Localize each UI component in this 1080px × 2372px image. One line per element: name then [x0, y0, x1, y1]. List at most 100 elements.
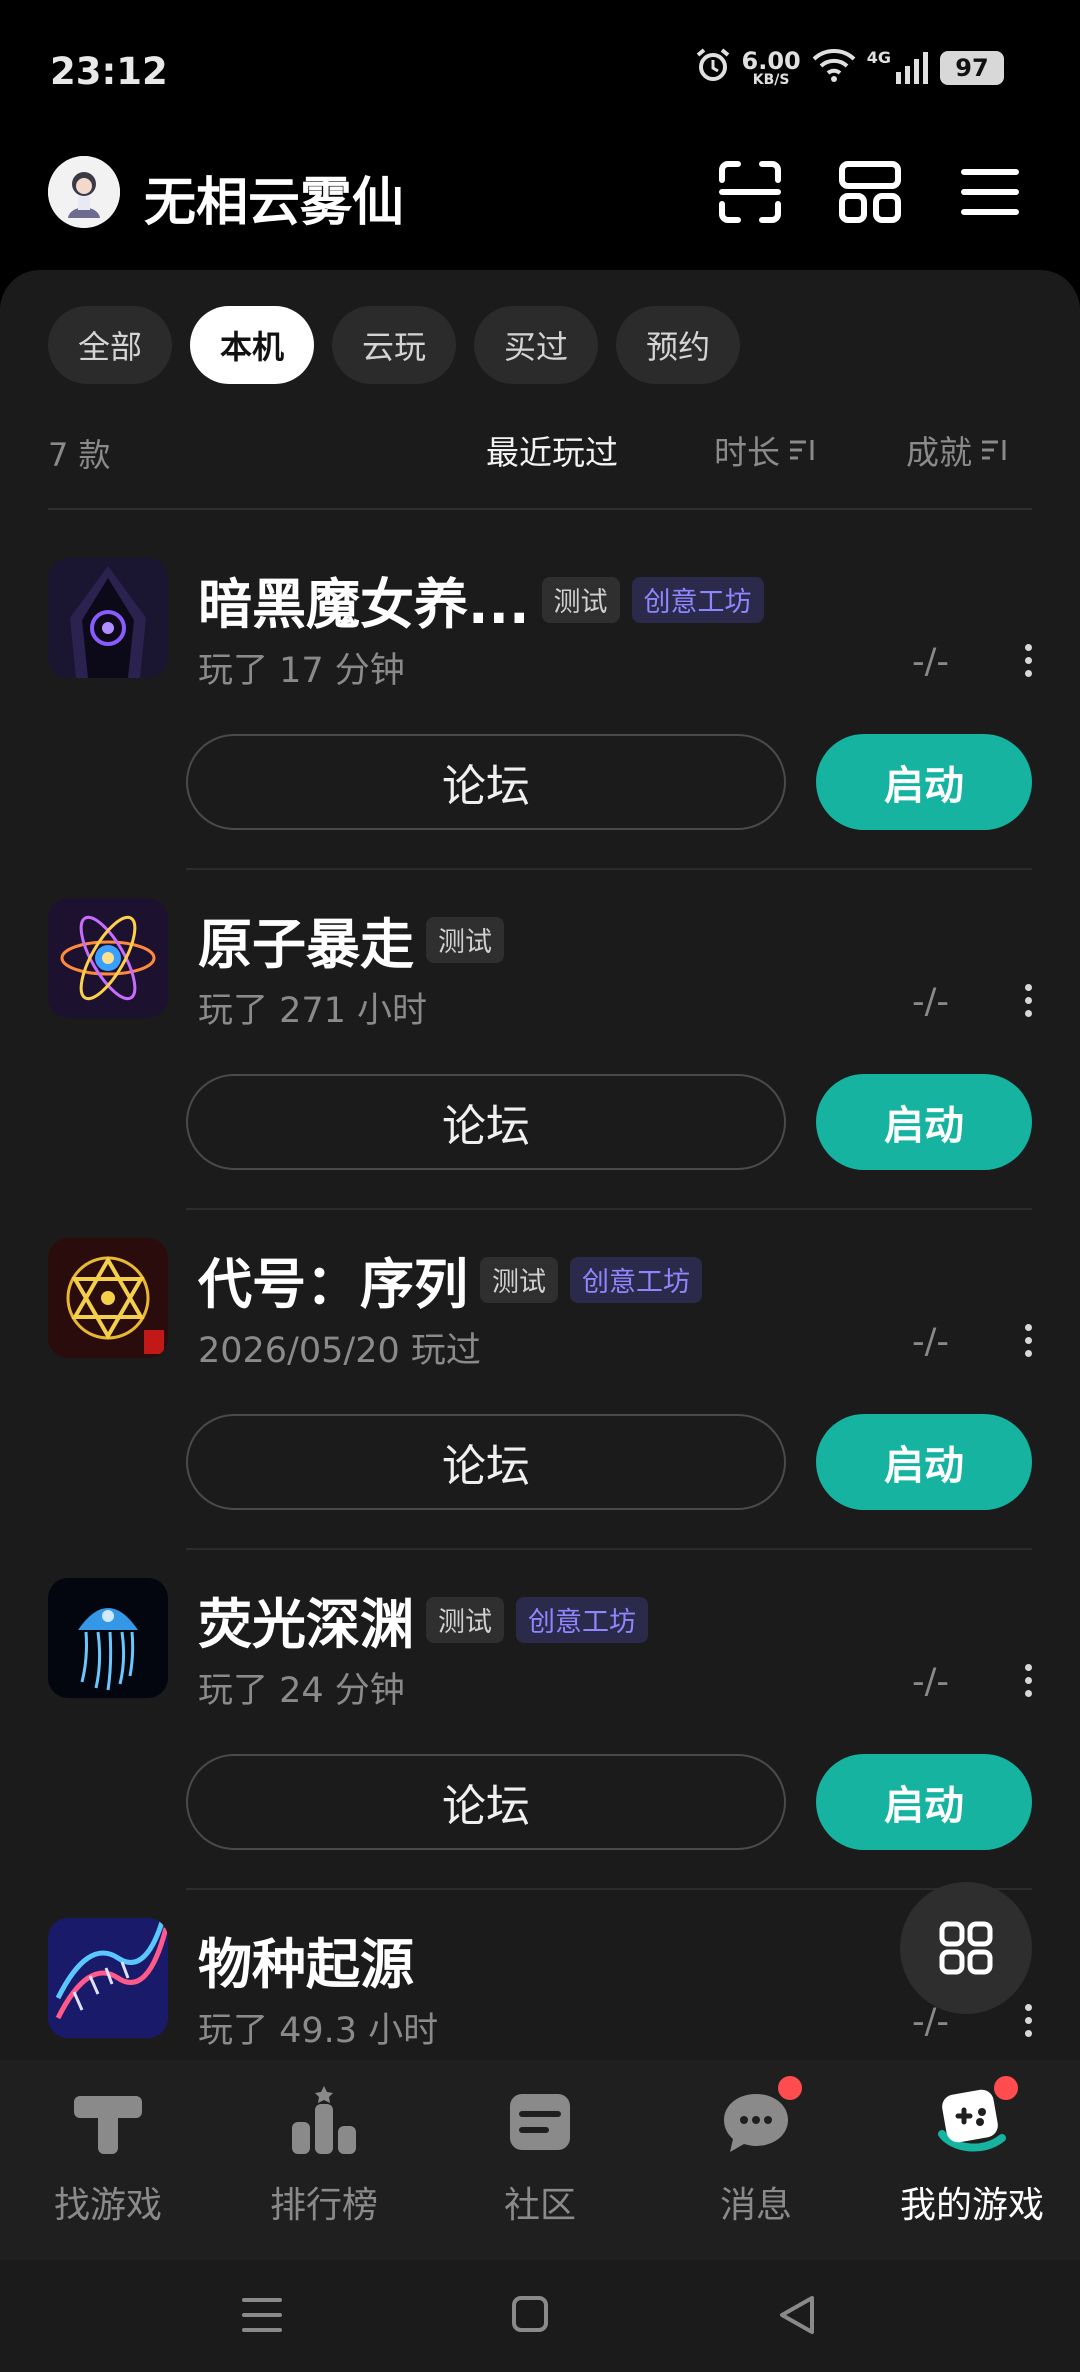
wifi-icon	[811, 47, 857, 89]
apps-grid-icon[interactable]	[836, 158, 904, 226]
more-options-icon[interactable]	[1018, 638, 1038, 688]
sort-duration[interactable]: 时长	[714, 426, 816, 474]
game-title-row: 荧光深渊 测试 创意工坊	[198, 1580, 648, 1659]
achievement-score: -/-	[912, 1662, 950, 1702]
game-title-row: 物种起源	[198, 1920, 414, 1999]
list-top-divider	[48, 508, 1032, 510]
grid-view-fab[interactable]	[900, 1882, 1032, 2014]
play-time: 玩了 24 分钟	[198, 1671, 405, 1711]
bottom-nav: 找游戏 排行榜 社区 消息 我的游戏	[0, 2060, 1080, 2260]
nav-find-games[interactable]: 找游戏	[0, 2082, 216, 2242]
game-title: 物种起源	[198, 1933, 414, 1996]
system-nav-bar	[0, 2260, 1080, 2372]
filter-cloud[interactable]: 云玩	[332, 306, 457, 384]
nav-label: 我的游戏	[899, 2185, 1044, 2226]
find-games-icon	[68, 2082, 148, 2162]
nav-leaderboard[interactable]: 排行榜	[216, 2082, 432, 2242]
network-type: 4G	[866, 48, 891, 67]
unread-badge	[778, 2076, 802, 2100]
avatar[interactable]	[48, 156, 120, 228]
nav-label: 消息	[719, 2185, 792, 2226]
sort-duration-label: 时长	[714, 433, 780, 472]
achievement-score: -/-	[912, 1322, 950, 1362]
filter-local[interactable]: 本机	[190, 306, 315, 384]
game-title: 荧光深渊	[198, 1593, 414, 1656]
sort-achievement[interactable]: 成就	[906, 426, 1008, 474]
back-icon[interactable]	[768, 2290, 828, 2340]
filter-all[interactable]: 全部	[48, 306, 173, 384]
launch-button[interactable]: 启动	[816, 1754, 1032, 1850]
launch-button[interactable]: 启动	[816, 1414, 1032, 1510]
tag-workshop: 创意工坊	[516, 1596, 648, 1643]
achievement-score: -/-	[912, 982, 950, 1022]
leaderboard-icon	[284, 2082, 364, 2162]
username[interactable]: 无相云雾仙	[144, 160, 404, 235]
more-options-icon[interactable]	[1018, 1318, 1038, 1368]
scan-icon[interactable]	[716, 158, 784, 226]
nav-messages[interactable]: 消息	[648, 2076, 864, 2242]
game-title: 暗黑魔女养...	[198, 573, 530, 636]
tag-workshop: 创意工坊	[631, 576, 764, 623]
dna-icon[interactable]	[48, 1918, 168, 2038]
play-time: 玩了 17 分钟	[198, 651, 405, 691]
status-time: 23:12	[50, 50, 168, 93]
sort-achievement-label: 成就	[906, 433, 972, 472]
my-games-icon	[932, 2076, 1018, 2162]
nav-label: 社区	[503, 2185, 576, 2226]
status-bar: 23:12 6.00 KB/S 4G 97	[0, 0, 1080, 140]
more-options-icon[interactable]	[1018, 1658, 1038, 1708]
achievement-score: -/-	[912, 642, 950, 682]
nav-label: 找游戏	[53, 2185, 162, 2226]
tag-test: 测试	[426, 916, 504, 963]
launch-button[interactable]: 启动	[816, 1074, 1032, 1170]
filter-purchased[interactable]: 买过	[474, 306, 599, 384]
forum-button[interactable]: 论坛	[186, 1414, 786, 1510]
status-icons: 6.00 KB/S 4G 97	[694, 46, 1004, 90]
tag-test: 测试	[541, 576, 620, 623]
recent-apps-icon[interactable]	[232, 2290, 292, 2340]
more-options-icon[interactable]	[1018, 978, 1038, 1028]
more-options-icon[interactable]	[1018, 1998, 1038, 2048]
nav-label: 排行榜	[269, 2185, 378, 2226]
header: 无相云雾仙	[0, 140, 1080, 270]
alarm-icon	[694, 46, 732, 90]
tag-workshop: 创意工坊	[570, 1256, 702, 1303]
messages-icon	[716, 2076, 802, 2162]
game-title-row: 代号：序列 测试 创意工坊	[198, 1240, 702, 1319]
tag-test: 测试	[426, 1596, 504, 1643]
signal-icon: 4G	[867, 50, 930, 86]
jellyfish-icon[interactable]	[48, 1578, 168, 1698]
game-item[interactable]: 暗黑魔女养... 测试 创意工坊 玩了 17 分钟 -/- 论坛 启动	[0, 530, 1080, 870]
atom-icon[interactable]	[48, 898, 168, 1018]
game-title-row: 原子暴走 测试	[198, 900, 504, 979]
home-icon[interactable]	[500, 2290, 560, 2340]
play-time: 玩了 49.3 小时	[198, 2011, 439, 2051]
filter-chips: 全部 本机 云玩 买过 预约	[48, 306, 741, 384]
game-title: 代号：序列	[198, 1253, 468, 1316]
game-item[interactable]: 荧光深渊 测试 创意工坊 玩了 24 分钟 -/- 论坛 启动	[0, 1550, 1080, 1890]
sort-order-icon	[790, 440, 814, 460]
community-icon	[500, 2082, 580, 2162]
forum-button[interactable]: 论坛	[186, 734, 786, 830]
game-title-row: 暗黑魔女养... 测试 创意工坊	[198, 560, 764, 639]
battery-indicator: 97	[940, 51, 1004, 85]
nav-community[interactable]: 社区	[432, 2082, 648, 2242]
grid-icon	[939, 1921, 993, 1975]
forum-button[interactable]: 论坛	[186, 1074, 786, 1170]
last-played: 2026/05/20 玩过	[198, 1331, 481, 1371]
forum-button[interactable]: 论坛	[186, 1754, 786, 1850]
game-item[interactable]: 原子暴走 测试 玩了 271 小时 -/- 论坛 启动	[0, 870, 1080, 1210]
tag-test: 测试	[480, 1256, 558, 1303]
launch-button[interactable]: 启动	[816, 734, 1032, 830]
menu-icon[interactable]	[956, 158, 1024, 226]
net-speed-value: 6.00	[741, 47, 801, 75]
dark-witch-icon[interactable]	[48, 558, 168, 678]
nav-my-games[interactable]: 我的游戏	[864, 2076, 1080, 2242]
filter-reserved[interactable]: 预约	[616, 306, 741, 384]
my-games-panel: 全部 本机 云玩 买过 预约 7 款 最近玩过 时长 成就 暗黑魔女养... 测…	[0, 270, 1080, 2060]
game-item[interactable]: 代号：序列 测试 创意工坊 2026/05/20 玩过 -/- 论坛 启动	[0, 1210, 1080, 1550]
game-title: 原子暴走	[198, 913, 414, 976]
sort-recent[interactable]: 最近玩过	[486, 426, 618, 474]
hexagram-icon[interactable]	[48, 1238, 168, 1358]
net-speed: 6.00 KB/S	[742, 49, 801, 87]
